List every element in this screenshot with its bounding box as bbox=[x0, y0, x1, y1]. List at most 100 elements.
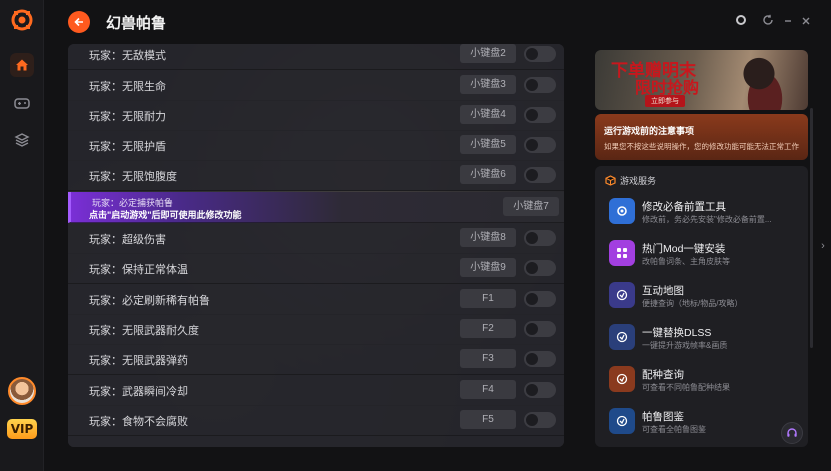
wrench-icon bbox=[609, 198, 635, 224]
notice-card[interactable]: 运行游戏前的注意事项 ⌄ 如果您不按这些说明操作，您的修改功能可能无法正常工作 bbox=[595, 114, 808, 160]
cheat-toggle[interactable] bbox=[524, 321, 556, 337]
dlss-icon bbox=[609, 324, 635, 350]
cheat-row: 玩家：无限饱腹度 小键盘6 bbox=[68, 160, 564, 191]
cheat-row: 玩家：无敌模式 小键盘2 bbox=[68, 44, 564, 70]
service-title: 互动地图 bbox=[642, 285, 684, 297]
service-desc: 一键提升游戏帧率&画质 bbox=[642, 341, 728, 350]
service-item[interactable]: 配种查询 可查看不同帕鲁配种结果 bbox=[609, 366, 804, 396]
hotkey-button[interactable]: 小键盘4 bbox=[460, 105, 516, 124]
minimize-button[interactable] bbox=[780, 14, 796, 30]
hotkey-button[interactable]: 小键盘7 bbox=[503, 197, 559, 216]
ring-icon bbox=[736, 15, 746, 25]
hotkey-button[interactable]: F2 bbox=[460, 319, 516, 338]
cheat-sublabel: 点击"启动游戏"后即可使用此修改功能 bbox=[89, 210, 242, 220]
notice-description: 如果您不按这些说明操作，您的修改功能可能无法正常工作 bbox=[604, 142, 799, 151]
banner-cta: 立即参与 bbox=[645, 95, 685, 107]
cheat-row: 玩家：无限生命 小键盘3 bbox=[68, 70, 564, 101]
cheat-row: 玩家：无限耐力 小键盘4 bbox=[68, 100, 564, 131]
map-icon bbox=[609, 282, 635, 308]
box-icon bbox=[605, 175, 616, 186]
nav-games-button[interactable] bbox=[12, 93, 32, 113]
cheat-row: 玩家：食物不会腐败 F5 bbox=[68, 405, 564, 436]
cheat-label: 玩家：超级伤害 bbox=[89, 234, 166, 246]
service-item[interactable]: 热门Mod一键安装 改帕鲁词条、主角皮肤等 bbox=[609, 240, 804, 270]
cheat-label: 玩家：保持正常体温 bbox=[89, 264, 188, 276]
cheat-row: 玩家：超级伤害 小键盘8 bbox=[68, 223, 564, 254]
minimize-icon bbox=[785, 20, 791, 22]
hotkey-button[interactable]: 小键盘6 bbox=[460, 165, 516, 184]
user-avatar[interactable] bbox=[8, 377, 36, 405]
service-desc: 修改前，务必先安装"修改必备前置... bbox=[642, 215, 772, 224]
cheat-row: 玩家：无限武器弹药 F3 bbox=[68, 344, 564, 375]
cheat-toggle[interactable] bbox=[524, 351, 556, 367]
mod-icon bbox=[609, 240, 635, 266]
hotkey-button[interactable]: 小键盘8 bbox=[460, 228, 516, 247]
cheat-toggle[interactable] bbox=[524, 167, 556, 183]
settings-button[interactable] bbox=[733, 14, 749, 30]
cheat-toggle[interactable] bbox=[524, 412, 556, 428]
home-icon bbox=[16, 59, 28, 71]
nav-library-button[interactable] bbox=[12, 130, 32, 150]
services-header-label: 游戏服务 bbox=[620, 176, 657, 186]
services-header: 游戏服务 bbox=[605, 174, 656, 187]
breed-icon bbox=[609, 366, 635, 392]
cheat-list-panel: 玩家：无敌模式 小键盘2 玩家：无限生命 小键盘3 玩家：无限耐力 小键盘4 玩… bbox=[68, 44, 564, 447]
left-sidebar: VIP bbox=[0, 0, 44, 471]
support-button[interactable] bbox=[781, 422, 803, 444]
cheat-toggle[interactable] bbox=[524, 46, 556, 62]
service-item[interactable]: 互动地图 便捷查询（地标/物品/攻略） bbox=[609, 282, 804, 312]
service-desc: 可查看全帕鲁图鉴 bbox=[642, 425, 706, 434]
service-item[interactable]: 帕鲁图鉴 可查看全帕鲁图鉴 bbox=[609, 408, 804, 438]
cheat-toggle[interactable] bbox=[524, 260, 556, 276]
cheat-row-partial bbox=[68, 436, 564, 447]
refresh-button[interactable] bbox=[760, 14, 776, 30]
promo-banner[interactable]: 下单赠明末 限时抢购 立即参与 bbox=[595, 50, 808, 110]
service-item[interactable]: 修改必备前置工具 修改前，务必先安装"修改必备前置... bbox=[609, 198, 804, 228]
banner-character-image bbox=[735, 54, 795, 110]
cheat-label: 玩家：武器瞬间冷却 bbox=[89, 386, 188, 398]
close-icon bbox=[802, 17, 810, 25]
cheat-row: 玩家：无限护盾 小键盘5 bbox=[68, 130, 564, 161]
cheat-label: 玩家：无限耐力 bbox=[89, 111, 166, 123]
cheat-toggle[interactable] bbox=[524, 107, 556, 123]
cheat-toggle[interactable] bbox=[524, 291, 556, 307]
arrow-left-icon bbox=[74, 17, 83, 27]
chevron-right-icon[interactable]: › bbox=[816, 237, 830, 255]
cheat-toggle[interactable] bbox=[524, 230, 556, 246]
hotkey-button[interactable]: F3 bbox=[460, 349, 516, 368]
nav-home-button[interactable] bbox=[10, 53, 34, 77]
cheat-toggle[interactable] bbox=[524, 382, 556, 398]
cheat-row-highlighted: 玩家：必定捕获帕鲁 点击"启动游戏"后即可使用此修改功能 小键盘7 bbox=[68, 192, 564, 223]
services-scrollbar[interactable] bbox=[810, 108, 813, 348]
hotkey-button[interactable]: F1 bbox=[460, 289, 516, 308]
cheat-toggle[interactable] bbox=[524, 137, 556, 153]
page-title: 幻兽帕鲁 bbox=[106, 15, 167, 32]
hotkey-button[interactable]: 小键盘5 bbox=[460, 135, 516, 154]
close-button[interactable] bbox=[798, 14, 814, 30]
notice-title: 运行游戏前的注意事项 bbox=[604, 126, 695, 136]
hotkey-button[interactable]: 小键盘3 bbox=[460, 75, 516, 94]
vip-badge[interactable]: VIP bbox=[7, 419, 37, 439]
back-button[interactable] bbox=[68, 11, 90, 33]
layers-icon bbox=[14, 133, 30, 147]
cheat-toggle[interactable] bbox=[524, 77, 556, 93]
title-bar: 幻兽帕鲁 bbox=[44, 0, 831, 44]
book-icon bbox=[609, 408, 635, 434]
service-title: 修改必备前置工具 bbox=[642, 201, 726, 213]
hotkey-button[interactable]: 小键盘9 bbox=[460, 258, 516, 277]
service-desc: 便捷查询（地标/物品/攻略） bbox=[642, 299, 743, 308]
cheat-row: 玩家：武器瞬间冷却 F4 bbox=[68, 375, 564, 406]
game-services-panel: 游戏服务 修改必备前置工具 修改前，务必先安装"修改必备前置... 热门Mod一… bbox=[595, 166, 808, 447]
hotkey-button[interactable]: 小键盘2 bbox=[460, 44, 516, 63]
cheat-label: 玩家：无限饱腹度 bbox=[89, 171, 177, 183]
cheat-label: 玩家：无限武器耐久度 bbox=[89, 325, 199, 337]
service-title: 一键替换DLSS bbox=[642, 327, 712, 339]
hotkey-button[interactable]: F5 bbox=[460, 410, 516, 429]
service-title: 帕鲁图鉴 bbox=[642, 411, 684, 423]
gamepad-icon bbox=[14, 98, 30, 109]
cheat-label: 玩家：食物不会腐败 bbox=[89, 416, 188, 428]
hotkey-button[interactable]: F4 bbox=[460, 380, 516, 399]
service-title: 热门Mod一键安装 bbox=[642, 243, 726, 255]
service-item[interactable]: 一键替换DLSS 一键提升游戏帧率&画质 bbox=[609, 324, 804, 354]
refresh-icon bbox=[763, 14, 773, 25]
